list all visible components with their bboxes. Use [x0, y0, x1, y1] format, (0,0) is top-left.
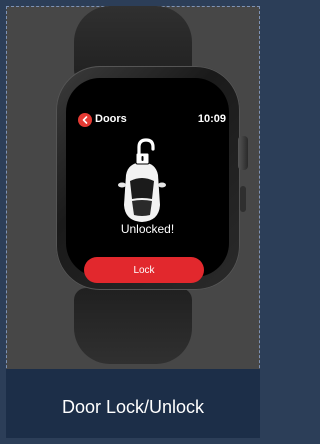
screen-title: Doors	[95, 113, 127, 125]
car-top-view-icon	[118, 138, 166, 222]
clock-time: 10:09	[197, 113, 226, 125]
watch-band-bottom	[74, 288, 192, 364]
back-button[interactable]	[78, 113, 92, 127]
caption-bar: Door Lock/Unlock	[6, 369, 260, 438]
digital-crown[interactable]	[238, 136, 248, 170]
caption-title: Door Lock/Unlock	[61, 397, 205, 417]
side-button[interactable]	[240, 186, 246, 212]
chevron-left-icon	[82, 116, 88, 124]
status-bar: Doors 10:09	[78, 111, 226, 131]
lock-status-text: Unlocked!	[120, 222, 175, 236]
lock-button[interactable]: Lock	[84, 257, 204, 283]
